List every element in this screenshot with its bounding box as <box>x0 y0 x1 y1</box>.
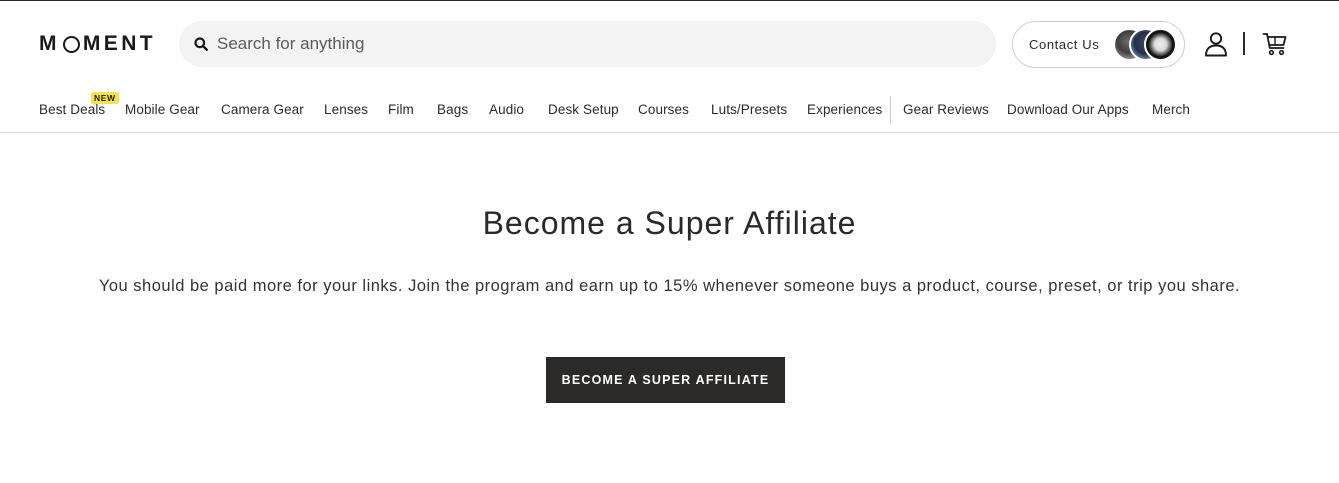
support-avatars <box>1113 28 1177 61</box>
search-bar[interactable] <box>179 21 996 67</box>
become-super-affiliate-button[interactable]: BECOME A SUPER AFFILIATE <box>546 357 785 403</box>
avatar <box>1144 28 1177 61</box>
contact-us-label: Contact Us <box>1029 37 1100 52</box>
nav-item-bags[interactable]: Bags <box>437 102 468 117</box>
contact-us-button[interactable]: Contact Us <box>1012 21 1185 68</box>
nav-item-best-deals[interactable]: Best Deals <box>39 102 105 117</box>
search-icon <box>193 36 209 52</box>
header-divider <box>1243 32 1245 55</box>
hero-description: You should be paid more for your links. … <box>98 277 1241 295</box>
nav-item-merch[interactable]: Merch <box>1152 102 1190 117</box>
nav-item-luts-presets[interactable]: Luts/Presets <box>711 102 787 117</box>
site-header: M MENT Contact Us <box>0 1 1339 87</box>
nav-divider <box>890 96 891 124</box>
page-title: Become a Super Affiliate <box>482 205 857 241</box>
logo-text-left: M <box>39 32 60 55</box>
logo-o-ring <box>62 35 80 53</box>
nav-item-download-apps[interactable]: Download Our Apps <box>1007 102 1129 117</box>
search-input[interactable] <box>217 34 937 54</box>
logo-text-right: MENT <box>82 32 156 55</box>
cart-icon[interactable] <box>1262 32 1288 56</box>
nav-item-desk-setup[interactable]: Desk Setup <box>548 102 619 117</box>
nav-item-lenses[interactable]: Lenses <box>324 102 368 117</box>
nav-item-gear-reviews[interactable]: Gear Reviews <box>903 102 989 117</box>
nav-item-film[interactable]: Film <box>388 102 414 117</box>
main-nav: NEW Best Deals Mobile Gear Camera Gear L… <box>0 88 1339 133</box>
nav-item-experiences[interactable]: Experiences <box>807 102 882 117</box>
nav-item-audio[interactable]: Audio <box>489 102 524 117</box>
nav-item-camera-gear[interactable]: Camera Gear <box>221 102 304 117</box>
moment-logo[interactable]: M MENT <box>39 32 156 55</box>
nav-item-mobile-gear[interactable]: Mobile Gear <box>125 102 200 117</box>
user-icon[interactable] <box>1204 31 1228 57</box>
nav-item-courses[interactable]: Courses <box>638 102 689 117</box>
